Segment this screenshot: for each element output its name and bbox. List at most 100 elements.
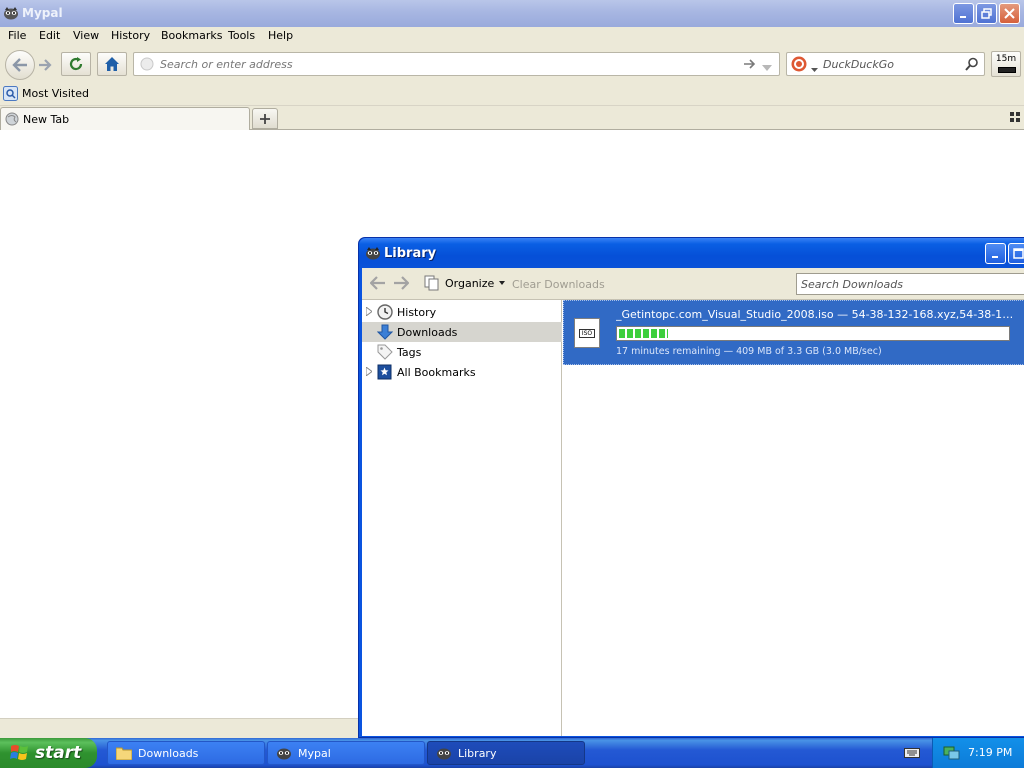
search-input[interactable] [823, 56, 963, 72]
organize-label: Organize [445, 276, 495, 290]
tab-strip: New Tab [0, 106, 1024, 130]
browser-titlebar[interactable]: Mypal [0, 0, 1024, 27]
download-item[interactable]: ISO _Getintopc.com_Visual_Studio_2008.is… [563, 300, 1024, 365]
menu-tools[interactable]: Tools [228, 29, 255, 42]
browser-title: Mypal [22, 6, 63, 20]
mypal-icon [3, 5, 19, 21]
taskbar-item-label: Mypal [298, 746, 331, 760]
library-toolbar: Organize Clear Downloads [362, 268, 1024, 300]
download-progress-bar [616, 326, 1010, 341]
folder-icon [116, 747, 132, 760]
sidebar-item-downloads[interactable]: Downloads [362, 322, 562, 342]
clear-downloads-button[interactable]: Clear Downloads [512, 278, 605, 291]
library-titlebar[interactable]: Library [359, 238, 1024, 268]
grid-icon [1010, 112, 1020, 122]
clock[interactable]: 7:19 PM [968, 746, 1012, 759]
start-label: start [35, 743, 82, 763]
organize-button[interactable]: Organize [424, 275, 506, 291]
site-identity-icon [140, 57, 154, 71]
tag-icon [377, 344, 395, 360]
minimize-icon [959, 15, 966, 18]
download-progress-fill [619, 329, 668, 338]
go-arrow-icon[interactable] [742, 57, 756, 74]
forward-button[interactable] [34, 55, 56, 75]
new-tab-button[interactable] [252, 108, 278, 129]
taskbar-item-label: Library [458, 746, 497, 760]
taskbar-item-library[interactable]: Library [427, 741, 585, 765]
sidebar-item-label: History [397, 305, 437, 319]
network-icon[interactable] [943, 745, 961, 764]
mypal-icon [277, 748, 291, 760]
library-maximize-button[interactable] [1008, 243, 1024, 264]
library-window: Library Organize Clear Downloads Search … [358, 237, 1024, 738]
taskbar-item-label: Downloads [138, 746, 199, 760]
sidebar-item-history[interactable]: History [362, 302, 562, 322]
menu-bookmarks[interactable]: Bookmarks [161, 29, 222, 42]
maximize-icon [1013, 248, 1024, 259]
downloads-list: ISO _Getintopc.com_Visual_Studio_2008.is… [563, 300, 1024, 736]
menu-history[interactable]: History [111, 29, 150, 42]
tab-new-tab[interactable]: New Tab [0, 107, 250, 130]
sidebar-item-tags[interactable]: Tags [362, 342, 562, 362]
url-input[interactable] [160, 56, 720, 72]
taskbar-item-downloads[interactable]: Downloads [107, 741, 265, 765]
menu-help[interactable]: Help [268, 29, 293, 42]
navigation-toolbar: 15m [0, 47, 1024, 82]
sidebar-item-all-bookmarks[interactable]: All Bookmarks [362, 362, 562, 382]
smart-folder-icon [3, 86, 18, 101]
download-filename: _Getintopc.com_Visual_Studio_2008.iso — … [616, 308, 1016, 321]
restore-button[interactable] [976, 3, 997, 24]
expand-twisty-icon[interactable] [362, 305, 374, 319]
keyboard-icon[interactable] [904, 746, 920, 761]
taskbar-item-mypal[interactable]: Mypal [267, 741, 425, 765]
minimize-icon [991, 255, 998, 258]
expand-twisty-icon[interactable] [362, 365, 374, 379]
plus-icon [260, 113, 270, 124]
duckduckgo-icon[interactable] [791, 56, 807, 72]
download-status: 17 minutes remaining — 409 MB of 3.3 GB … [616, 346, 882, 357]
library-minimize-button[interactable] [985, 243, 1006, 264]
home-button[interactable] [97, 52, 127, 76]
clock-icon [377, 304, 395, 320]
library-back-button[interactable] [369, 276, 386, 293]
menu-bar: File Edit View History Bookmarks Tools H… [0, 27, 1024, 47]
menu-edit[interactable]: Edit [39, 29, 60, 42]
search-downloads-box[interactable] [796, 273, 1024, 295]
bookmarks-toolbar: Most Visited [0, 82, 1024, 106]
organize-icon [424, 275, 439, 291]
restore-icon [981, 8, 992, 19]
reload-icon [69, 57, 83, 71]
menu-file[interactable]: File [8, 29, 26, 42]
url-dropdown-icon[interactable] [762, 61, 772, 74]
close-button[interactable] [999, 3, 1020, 24]
minimize-button[interactable] [953, 3, 974, 24]
search-bar[interactable] [786, 52, 985, 76]
search-downloads-input[interactable] [801, 276, 1021, 292]
bookmark-star-icon [377, 364, 395, 380]
tab-list-button[interactable] [1010, 112, 1020, 125]
library-forward-button[interactable] [393, 276, 410, 293]
extension-label: 15m [995, 54, 1017, 64]
system-tray: 7:19 PM [932, 738, 1024, 768]
sidebar-item-label: All Bookmarks [397, 365, 476, 379]
search-icon[interactable] [965, 57, 979, 74]
bookmark-label: Most Visited [22, 87, 89, 100]
back-arrow-icon [12, 58, 27, 72]
globe-icon [5, 112, 19, 126]
back-button[interactable] [5, 50, 35, 80]
forward-arrow-icon [394, 276, 410, 290]
menu-view[interactable]: View [73, 29, 99, 42]
extension-battery-icon [998, 67, 1016, 73]
bookmark-most-visited[interactable]: Most Visited [3, 86, 89, 101]
extension-button[interactable]: 15m [991, 51, 1021, 77]
engine-dropdown-icon[interactable] [811, 62, 818, 75]
mypal-icon [437, 748, 451, 760]
start-button[interactable]: start [0, 738, 97, 768]
windows-logo-icon [10, 745, 28, 760]
url-bar[interactable] [133, 52, 780, 76]
home-icon [105, 57, 119, 71]
taskbar: start Downloads Mypal Library 7:19 PM [0, 738, 1024, 768]
library-body: Organize Clear Downloads History Downloa… [362, 268, 1024, 736]
reload-button[interactable] [61, 52, 91, 76]
iso-file-icon: ISO [574, 318, 600, 348]
